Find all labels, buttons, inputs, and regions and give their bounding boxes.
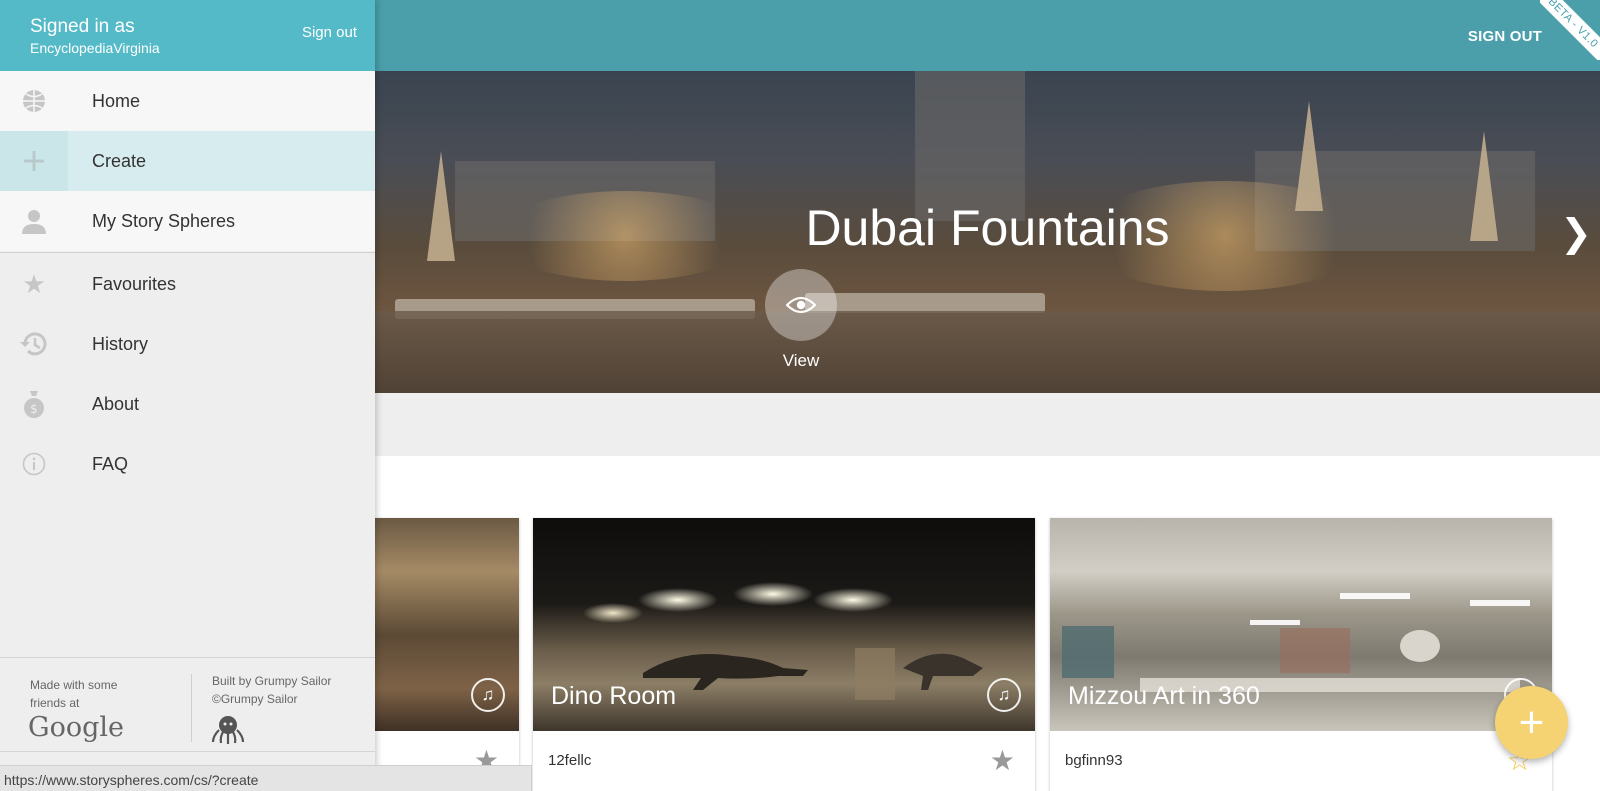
nav-item-label: Create [92, 150, 147, 171]
built-by-text: Built by Grumpy Sailor ©Grumpy Sailor [212, 672, 331, 708]
card-author: 12fellc [548, 752, 592, 769]
navigation-drawer: Signed in as EncyclopediaVirginia Sign o… [0, 0, 375, 791]
globe-icon [0, 71, 68, 131]
octopus-logo-icon[interactable] [211, 714, 245, 751]
deck-shape [375, 311, 1600, 393]
built-by-label: Built by Grumpy Sailor [212, 674, 332, 688]
copyright-label: ©Grumpy Sailor [212, 692, 298, 706]
nav-item-label: History [92, 333, 149, 354]
nav-item-my-story-spheres[interactable]: My Story Spheres [0, 191, 375, 251]
nav-item-label: FAQ [92, 453, 129, 474]
svg-text:$: $ [30, 402, 38, 416]
hero-title: Dubai Fountains [805, 200, 1170, 256]
story-card[interactable]: Dino Room ♫ 12fellc ★ [533, 518, 1035, 791]
beta-label: BETA - V1.0 [1540, 0, 1600, 60]
nav-item-faq[interactable]: FAQ [0, 434, 375, 494]
person-icon [0, 191, 68, 251]
nav-item-history[interactable]: History [0, 314, 375, 374]
made-with-text: Made with some friends at [30, 678, 118, 710]
view-label: View [782, 351, 820, 370]
nav-item-label: My Story Spheres [92, 210, 236, 231]
google-logo[interactable]: Google [28, 712, 124, 743]
history-icon [0, 314, 68, 374]
drawer-header: Signed in as EncyclopediaVirginia Sign o… [0, 0, 375, 71]
info-icon [0, 434, 68, 494]
drawer-sign-out-link[interactable]: Sign out [302, 24, 357, 41]
nav-item-label: About [92, 393, 140, 414]
nav-item-create[interactable]: Create [0, 131, 375, 191]
drawer-nav: Home Create My Story Spheres ★ Favourite… [0, 71, 375, 494]
username: EncyclopediaVirginia [30, 40, 160, 56]
sphere-audio-icon: ♫ [987, 678, 1021, 712]
story-card[interactable]: Mizzou Art in 360 ♫ bgfinn93 ☆ [1050, 518, 1552, 791]
money-bag-icon: $ [0, 374, 68, 434]
signed-in-label: Signed in as [30, 16, 135, 37]
nav-item-home[interactable]: Home [0, 71, 375, 131]
card-title: Mizzou Art in 360 [1068, 682, 1260, 710]
card-title: Dino Room [551, 682, 677, 710]
primary-nav: Home Create My Story Spheres [0, 71, 375, 251]
star-icon: ★ [22, 268, 46, 299]
sphere-audio-icon: ♫ [471, 678, 505, 712]
nav-item-label: Favourites [92, 273, 177, 294]
table-shape [805, 293, 1045, 313]
umbrella-shape [1295, 101, 1323, 211]
beta-ribbon: BETA - V1.0 [1540, 0, 1600, 60]
browser-status-url: https://www.storyspheres.com/cs/?create [0, 765, 532, 791]
sign-out-button[interactable]: SIGN OUT [1468, 28, 1542, 45]
hero-banner[interactable]: Dubai Fountains View ❯ [375, 71, 1600, 393]
nav-item-label: Home [92, 90, 141, 111]
add-story-fab[interactable]: + [1495, 686, 1568, 759]
view-button[interactable] [765, 269, 837, 341]
nav-divider [0, 252, 375, 253]
nav-item-favourites[interactable]: ★ Favourites [0, 254, 375, 314]
favourite-star-icon[interactable]: ★ [990, 744, 1015, 777]
plus-icon [0, 131, 68, 191]
chevron-right-icon[interactable]: ❯ [1560, 211, 1592, 256]
card-author: bgfinn93 [1065, 752, 1123, 769]
footer-divider [191, 674, 192, 742]
footer-bottom-divider [0, 751, 375, 752]
nav-item-about[interactable]: $ About [0, 374, 375, 434]
eye-icon [786, 296, 816, 314]
